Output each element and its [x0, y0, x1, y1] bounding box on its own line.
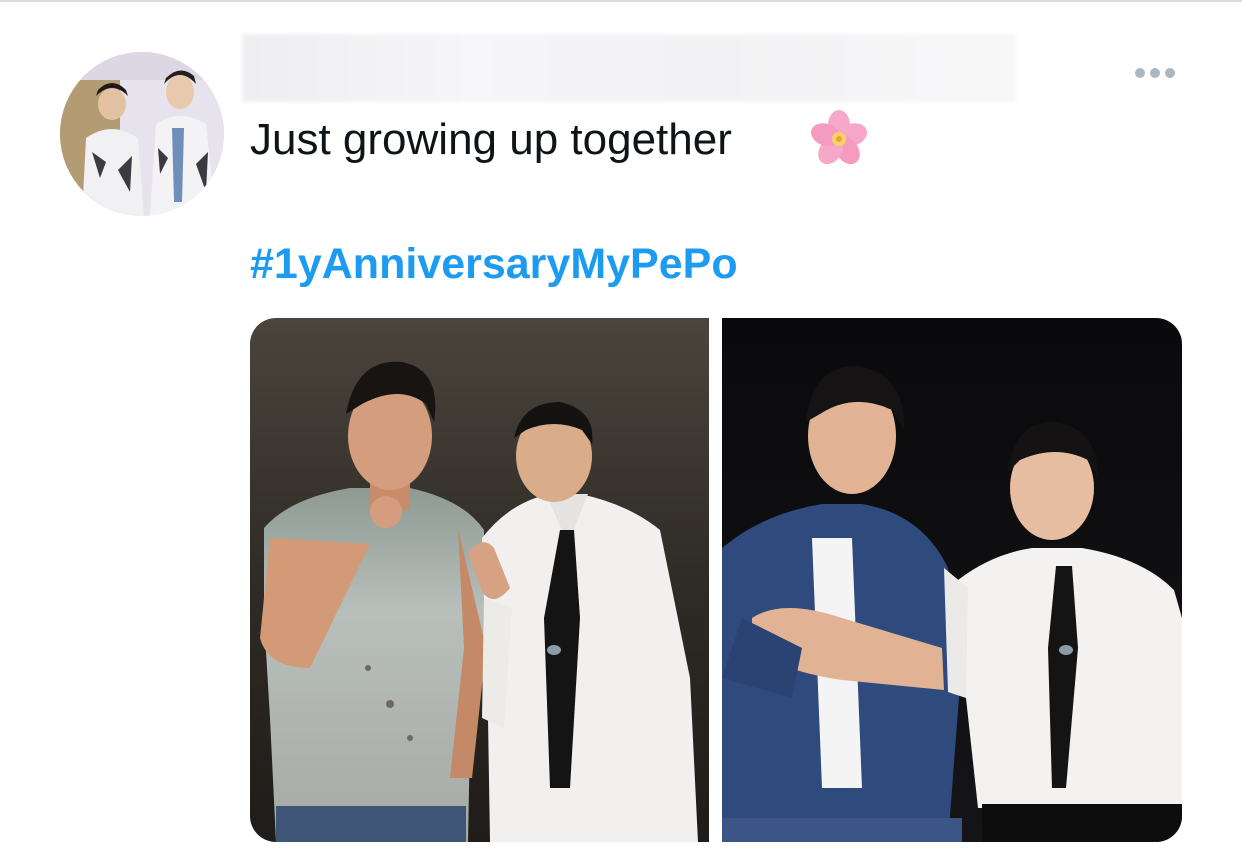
more-horizontal-icon: [1135, 68, 1175, 78]
cherry-blossom-icon: [811, 110, 867, 165]
media-grid: [250, 318, 1182, 842]
photo-right[interactable]: [722, 318, 1182, 842]
hashtag-link[interactable]: #1yAnniversaryMyPePo: [250, 234, 738, 294]
tweet[interactable]: Just growing up together #1yAnniversaryM…: [0, 2, 1242, 862]
author-name-redacted: [242, 34, 1016, 102]
tweet-text: Just growing up together: [250, 115, 732, 164]
avatar[interactable]: [60, 52, 224, 216]
more-options-button[interactable]: [1128, 58, 1182, 88]
photo-left[interactable]: [250, 318, 709, 842]
